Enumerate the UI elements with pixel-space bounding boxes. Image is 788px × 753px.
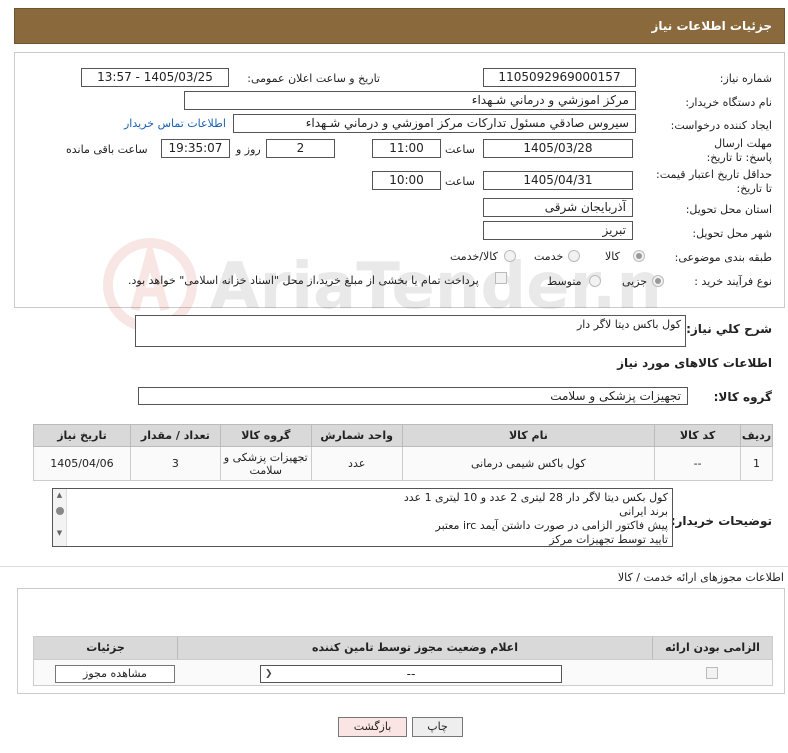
- validity-label: حداقل تاریخ اعتبار قیمت: تا تاریخ:: [656, 168, 772, 195]
- category-radio-both[interactable]: [504, 250, 516, 262]
- days-field: 2: [266, 139, 335, 158]
- need-number-label: شماره نیاز:: [719, 72, 772, 85]
- col-unit: واحد شمارش: [310, 424, 403, 447]
- creator-field: سیروس صادقي مسئول تدارکات مرکز اموزشي و …: [233, 114, 636, 133]
- cell-date: 1405/04/06: [33, 446, 131, 481]
- deadline-date-field: 1405/03/28: [483, 139, 633, 158]
- goods-group-label: گروه کالا:: [713, 390, 772, 404]
- category-label: طبقه بندی موضوعی:: [674, 251, 772, 264]
- print-button[interactable]: چاپ: [412, 717, 463, 737]
- table-row: 1 -- کول باکس شیمی درمانی عدد تجهیزات پز…: [33, 446, 773, 481]
- buyer-contact-link[interactable]: اطلاعات تماس خریدار: [124, 117, 226, 130]
- notes-scrollbar[interactable]: ▲ ▼: [53, 489, 67, 546]
- buyer-notes-label: توضیحات خریدار:: [670, 514, 772, 528]
- remaining-label: ساعت باقی مانده: [66, 143, 148, 156]
- category-option-goods: کالا: [605, 250, 620, 263]
- process-radio-minor[interactable]: [652, 275, 664, 287]
- permits-table: الزامی بودن ارائه مجوز اعلام وضعیت مجوز …: [33, 636, 773, 686]
- chevron-down-icon: ❯: [265, 669, 273, 679]
- category-option-both: کالا/خدمت: [450, 250, 498, 263]
- description-text: کول باکس دیتا لاگر دار: [576, 318, 681, 331]
- days-label: روز و: [236, 143, 261, 156]
- col-row: ردیف: [740, 424, 773, 447]
- description-field: کول باکس دیتا لاگر دار: [135, 315, 686, 347]
- remaining-time-field: 19:35:07: [161, 139, 230, 158]
- deadline-time-label: ساعت: [445, 143, 475, 156]
- validity-date-field: 1405/04/31: [483, 171, 633, 190]
- description-label: شرح کلي نیاز:: [686, 322, 772, 336]
- cell-row: 1: [740, 446, 773, 481]
- permits-section-title: اطلاعات مجوزهای ارائه خدمت / کالا: [617, 571, 784, 584]
- cell-group: تجهیزات پزشکی و سلامت: [219, 446, 312, 481]
- permit-required-checkbox: [706, 667, 718, 679]
- deadline-label: مهلت ارسال پاسخ: تا تاریخ:: [706, 137, 772, 164]
- validity-time-label: ساعت: [445, 175, 475, 188]
- process-radio-medium[interactable]: [589, 275, 601, 287]
- buyer-note-line: پیش فاکتور الزامی در صورت داشتن آیمد irc…: [435, 519, 668, 532]
- back-button[interactable]: بازگشت: [338, 717, 407, 737]
- process-label: نوع فرآیند خرید :: [694, 275, 772, 288]
- process-option-minor: جزیی: [622, 275, 648, 288]
- divider: [0, 566, 788, 567]
- permits-col-status: اعلام وضعیت مجوز توسط تامین کننده: [177, 637, 652, 659]
- page-title: جزئیات اطلاعات نیاز: [651, 19, 772, 33]
- goods-table: ردیف کد کالا نام کالا واحد شمارش گروه کا…: [33, 424, 773, 481]
- goods-section-title: اطلاعات کالاهای مورد نیاز: [617, 356, 772, 370]
- cell-unit: عدد: [310, 446, 403, 481]
- permit-status-value: --: [406, 667, 416, 681]
- cell-code: --: [654, 446, 742, 481]
- buyer-notes-field: کول بکس دیتا لاگر دار 28 لیتری 2 عدد و 1…: [52, 488, 673, 547]
- view-permit-button[interactable]: مشاهده مجوز: [55, 665, 175, 683]
- cell-name: کول باکس شیمی درمانی: [401, 446, 656, 481]
- col-group: گروه کالا: [219, 424, 312, 447]
- process-option-medium: متوسط: [547, 275, 582, 288]
- announce-label: تاریخ و ساعت اعلان عمومی:: [247, 72, 380, 85]
- buyer-org-field: مرکز اموزشي و درماني شـهداء: [184, 91, 636, 110]
- treasury-checkbox[interactable]: [495, 272, 507, 284]
- deadline-time-field: 11:00: [372, 139, 441, 158]
- goods-group-field: تجهیزات پزشکی و سلامت: [138, 387, 688, 405]
- city-field: تبریز: [483, 221, 633, 240]
- scroll-down-icon[interactable]: ▼: [53, 529, 66, 537]
- buyer-note-line: کول بکس دیتا لاگر دار 28 لیتری 2 عدد و 1…: [403, 491, 668, 504]
- scroll-up-icon[interactable]: ▲: [53, 491, 66, 499]
- category-option-service: خدمت: [534, 250, 564, 263]
- category-radio-goods[interactable]: [633, 250, 645, 262]
- city-label: شهر محل تحویل:: [692, 227, 772, 240]
- need-number-field: 1105092969000157: [483, 68, 636, 87]
- col-code: کد کالا: [654, 424, 742, 447]
- scroll-thumb[interactable]: [55, 507, 64, 515]
- page-header: جزئیات اطلاعات نیاز: [14, 8, 785, 44]
- col-qty: تعداد / مقدار: [129, 424, 221, 447]
- creator-label: ایجاد کننده درخواست:: [670, 119, 772, 132]
- permits-col-required: الزامی بودن ارائه مجوز: [652, 637, 772, 676]
- province-field: آذربایجان شرقی: [483, 198, 633, 217]
- buyer-org-label: نام دستگاه خریدار:: [685, 96, 772, 109]
- col-date: تاریخ نیاز: [33, 424, 131, 447]
- buyer-note-line: تایید توسط تجهیزات مرکز: [549, 533, 668, 546]
- category-radio-service[interactable]: [568, 250, 580, 262]
- permit-status-select[interactable]: ❯ --: [260, 665, 562, 683]
- cell-qty: 3: [129, 446, 221, 481]
- col-name: نام کالا: [401, 424, 656, 447]
- announce-field: 1405/03/25 - 13:57: [81, 68, 229, 87]
- buyer-note-line: برند ایرانی: [619, 505, 668, 518]
- payment-note: پرداخت تمام یا بخشی از مبلغ خرید،از محل …: [128, 274, 479, 287]
- province-label: استان محل تحویل:: [685, 203, 772, 216]
- permits-col-details: جزئیات: [34, 637, 177, 659]
- validity-time-field: 10:00: [372, 171, 441, 190]
